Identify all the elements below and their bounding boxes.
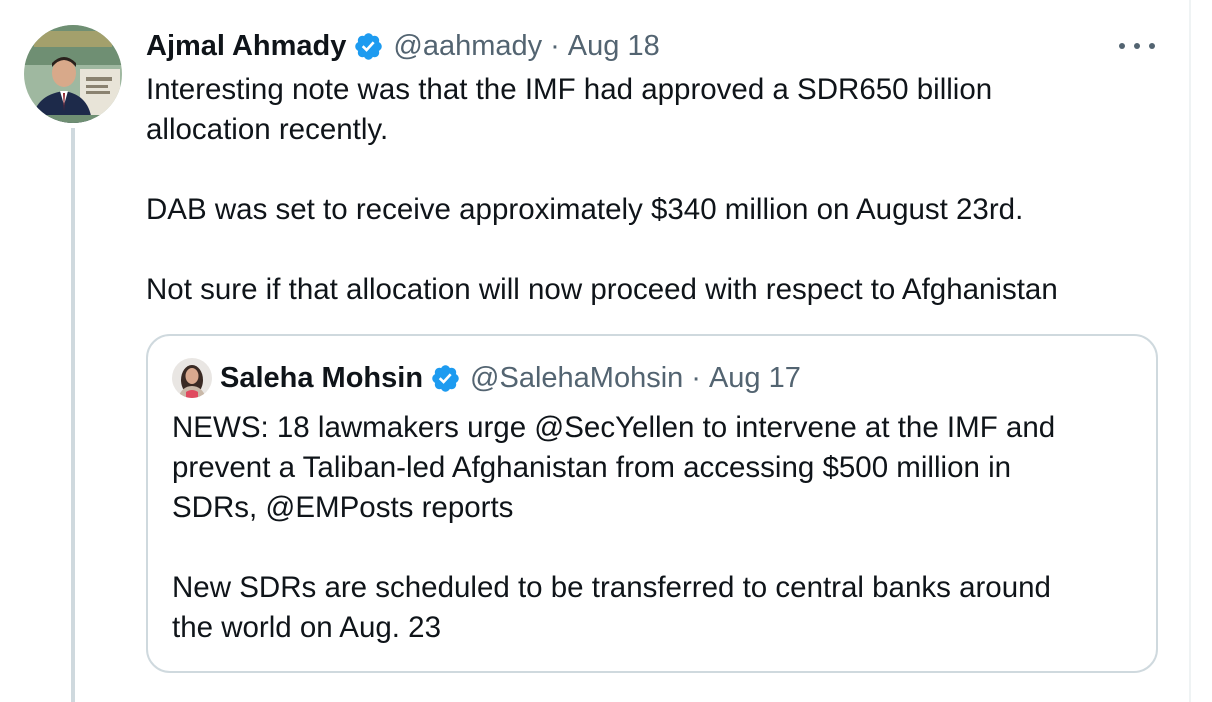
tweet-header: Ajmal Ahmady @aahmady · Aug 18 xyxy=(146,26,660,66)
timeline-border xyxy=(1189,0,1191,702)
verified-badge-icon xyxy=(432,364,459,392)
quoted-author-handle: @SalehaMohsin xyxy=(470,361,684,394)
profile-photo-icon xyxy=(24,25,122,123)
author-avatar[interactable] xyxy=(24,25,122,123)
quoted-tweet-date: Aug 17 xyxy=(708,361,801,394)
header-separator: · xyxy=(550,29,560,62)
quoted-tweet-card[interactable]: Saleha Mohsin @SalehaMohsin · Aug 17 NEW… xyxy=(146,334,1158,673)
more-dot xyxy=(1134,43,1140,49)
quoted-header-separator: · xyxy=(691,361,701,394)
profile-photo-icon xyxy=(172,358,212,398)
thread-connector-line xyxy=(71,128,75,702)
more-options-icon[interactable] xyxy=(1119,34,1155,58)
author-name[interactable]: Ajmal Ahmady xyxy=(146,30,346,63)
tweet-date[interactable]: Aug 18 xyxy=(568,30,660,63)
quoted-author-avatar[interactable] xyxy=(172,358,212,398)
quoted-tweet-header: Saleha Mohsin @SalehaMohsin · Aug 17 xyxy=(172,358,801,398)
quoted-author-name: Saleha Mohsin xyxy=(220,361,424,394)
more-dot xyxy=(1149,43,1155,49)
quoted-tweet-text: NEWS: 18 lawmakers urge @SecYellen to in… xyxy=(172,411,1056,644)
author-handle[interactable]: @aahmady xyxy=(393,30,542,63)
more-dot xyxy=(1119,43,1125,49)
tweet-text: Interesting note was that the IMF had ap… xyxy=(146,73,1058,306)
verified-badge-icon xyxy=(355,32,383,60)
